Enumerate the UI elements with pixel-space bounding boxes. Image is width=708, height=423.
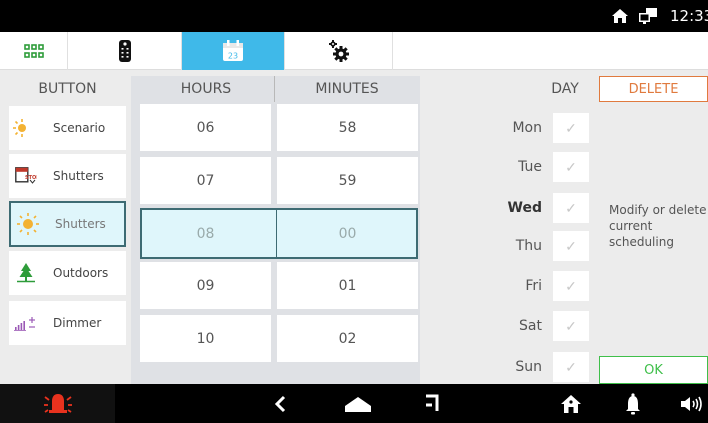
- tree-icon: [17, 263, 35, 283]
- svg-text:STOP: STOP: [25, 175, 37, 181]
- recent-apps-button[interactable]: [418, 384, 448, 423]
- button-item-dimmer[interactable]: Dimmer: [9, 301, 126, 345]
- tab-grid-menu[interactable]: [0, 32, 68, 70]
- minute-cell[interactable]: 58: [277, 104, 418, 151]
- alarm-button[interactable]: [0, 384, 115, 423]
- day-checkbox-tue[interactable]: ✓: [553, 152, 589, 182]
- shutter-stop-icon: STOP: [15, 167, 37, 184]
- dimmer-icon: [14, 317, 35, 331]
- day-checkbox-wed[interactable]: ✓: [553, 193, 589, 223]
- bell-icon: [626, 392, 640, 414]
- button-item-label: Shutters: [53, 169, 104, 183]
- clock: 12:33: [670, 7, 708, 25]
- info-text: Modify or delete current scheduling: [609, 203, 707, 249]
- back-icon: [274, 395, 286, 412]
- volume-icon: [681, 396, 702, 411]
- day-label-thu: Thu: [515, 238, 542, 254]
- day-label-sat: Sat: [519, 318, 542, 334]
- header-hours: HOURS: [180, 81, 232, 97]
- settings-icon: [328, 40, 349, 62]
- hour-cell[interactable]: 06: [140, 104, 271, 151]
- house-icon: [561, 394, 581, 413]
- bell-button[interactable]: [618, 384, 648, 423]
- back-button[interactable]: [265, 384, 295, 423]
- network-icon: [639, 8, 657, 24]
- remote-control-icon: [118, 40, 131, 62]
- tab-calendar[interactable]: 23: [182, 32, 285, 70]
- alarm-icon: [43, 393, 72, 413]
- home-button[interactable]: [340, 384, 376, 423]
- header-button: BUTTON: [38, 81, 97, 97]
- button-item-label: Shutters: [55, 217, 106, 231]
- day-checkbox-fri[interactable]: ✓: [553, 271, 589, 301]
- header-day: DAY: [551, 81, 579, 97]
- button-item-label: Outdoors: [53, 266, 109, 280]
- hour-cell[interactable]: 09: [140, 262, 271, 309]
- day-label-wed: Wed: [507, 200, 542, 216]
- day-label-mon: Mon: [512, 120, 542, 136]
- calendar-icon: 23: [223, 40, 243, 61]
- scenario-icon: [13, 119, 35, 137]
- day-checkbox-thu[interactable]: ✓: [553, 231, 589, 261]
- recent-apps-icon: [426, 394, 439, 411]
- hour-cell-selected[interactable]: 08: [140, 210, 271, 257]
- button-item-scenario[interactable]: Scenario: [9, 106, 126, 150]
- minute-cell[interactable]: 01: [277, 262, 418, 309]
- hour-cell[interactable]: 10: [140, 315, 271, 362]
- day-checkbox-mon[interactable]: ✓: [553, 113, 589, 143]
- header-divider: [274, 76, 275, 102]
- volume-button[interactable]: [676, 384, 708, 423]
- button-item-label: Scenario: [53, 121, 106, 135]
- button-item-shutters[interactable]: STOP Shutters: [9, 154, 126, 198]
- header-minutes: MINUTES: [315, 81, 379, 97]
- ok-button[interactable]: OK: [599, 356, 708, 384]
- sun-icon: [17, 213, 39, 235]
- minute-cell[interactable]: 02: [277, 315, 418, 362]
- hour-cell[interactable]: 07: [140, 157, 271, 204]
- button-item-label: Dimmer: [53, 316, 102, 330]
- status-bar: 12:33: [0, 0, 708, 32]
- calendar-badge: 23: [228, 52, 238, 61]
- minute-cell[interactable]: 59: [277, 157, 418, 204]
- home-status-icon: [612, 9, 628, 23]
- day-label-fri: Fri: [525, 278, 542, 294]
- delete-button[interactable]: DELETE: [599, 76, 708, 102]
- day-label-tue: Tue: [518, 159, 542, 175]
- home-icon: [345, 396, 371, 412]
- button-item-shutters-selected[interactable]: Shutters: [9, 201, 126, 247]
- grid-menu-icon: [23, 44, 44, 58]
- minute-cell-selected[interactable]: 00: [277, 210, 418, 257]
- house-button[interactable]: [556, 384, 586, 423]
- button-item-outdoors[interactable]: Outdoors: [9, 251, 126, 295]
- tab-settings[interactable]: [285, 32, 393, 70]
- day-checkbox-sun[interactable]: ✓: [553, 352, 589, 382]
- tab-bar: 23: [0, 32, 708, 70]
- day-label-sun: Sun: [515, 359, 542, 375]
- day-checkbox-sat[interactable]: ✓: [553, 311, 589, 341]
- navigation-bar: [0, 384, 708, 423]
- info-panel: Modify or delete current scheduling: [599, 103, 708, 355]
- tab-remote-control[interactable]: [68, 32, 182, 70]
